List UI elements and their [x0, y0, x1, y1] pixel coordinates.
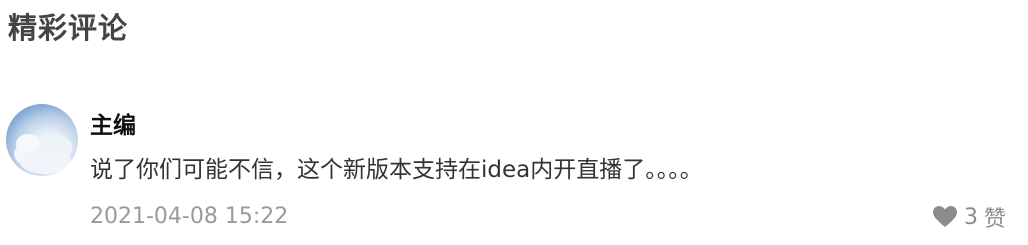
like-count: 3 — [963, 204, 978, 230]
like-label: 赞 — [983, 207, 1006, 232]
comment-text: 说了你们可能不信，这个新版本支持在idea内开直播了。。。。 — [90, 157, 703, 183]
avatar[interactable] — [6, 104, 78, 176]
comment-item: 主编 说了你们可能不信，这个新版本支持在idea内开直播了。。。。 2021-0… — [0, 100, 1028, 245]
comment-timestamp: 2021-04-08 15:22 — [90, 204, 289, 229]
heart-icon — [932, 206, 957, 227]
section-title: 精彩评论 — [8, 11, 129, 45]
avatar-cloud-icon — [14, 134, 72, 174]
like-button[interactable]: 3 赞 — [932, 201, 1006, 233]
comment-author[interactable]: 主编 — [90, 110, 136, 142]
